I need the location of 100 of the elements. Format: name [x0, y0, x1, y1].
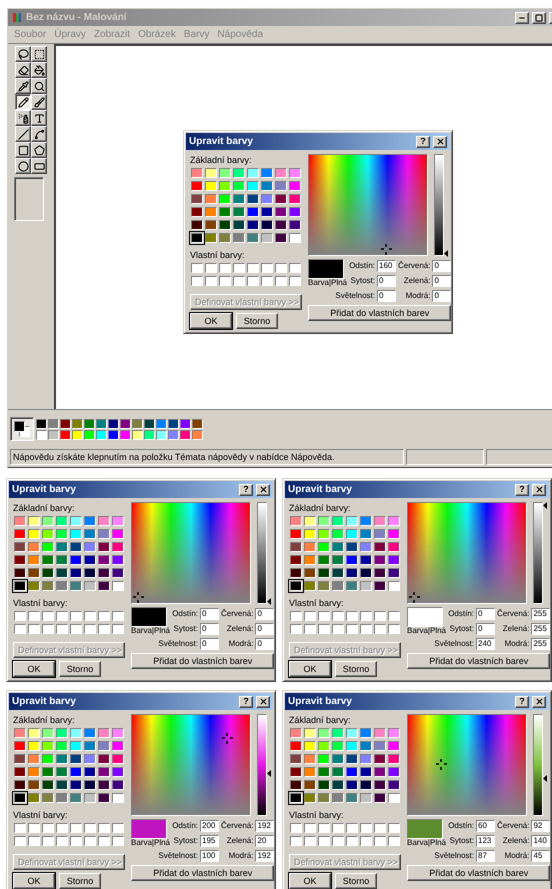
color-swatch[interactable] [42, 581, 54, 591]
color-swatch[interactable] [28, 793, 40, 803]
slider-arrow-icon[interactable] [543, 775, 547, 782]
number-field[interactable]: 0 [476, 622, 495, 634]
custom-color-slot[interactable] [28, 836, 40, 846]
color-swatch[interactable] [84, 741, 96, 751]
color-swatch[interactable] [98, 516, 110, 526]
palette-swatch[interactable] [72, 430, 83, 440]
palette-swatch[interactable] [132, 418, 143, 428]
color-swatch[interactable] [388, 516, 400, 526]
color-swatch[interactable] [56, 767, 68, 777]
color-swatch[interactable] [388, 793, 400, 803]
color-swatch[interactable] [233, 181, 245, 191]
color-swatch[interactable] [388, 568, 400, 578]
custom-color-slot[interactable] [304, 624, 316, 634]
custom-color-slot[interactable] [360, 624, 372, 634]
color-swatch[interactable] [290, 542, 302, 552]
color-swatch[interactable] [219, 220, 231, 230]
palette-swatch[interactable] [180, 418, 191, 428]
number-field[interactable]: 255 [531, 638, 550, 650]
custom-color-slot[interactable] [112, 836, 124, 846]
color-swatch[interactable] [289, 220, 301, 230]
color-swatch[interactable] [42, 780, 54, 790]
color-spectrum[interactable] [131, 502, 251, 604]
custom-color-slot[interactable] [191, 276, 203, 286]
color-swatch[interactable] [346, 754, 358, 764]
color-swatch[interactable] [290, 780, 302, 790]
color-swatch[interactable] [346, 767, 358, 777]
palette-swatch[interactable] [156, 418, 167, 428]
custom-color-slot[interactable] [360, 611, 372, 621]
color-swatch[interactable] [346, 529, 358, 539]
color-swatch[interactable] [304, 516, 316, 526]
number-field[interactable]: 192 [255, 820, 274, 832]
number-field[interactable]: 20 [255, 834, 274, 846]
color-swatch[interactable] [28, 568, 40, 578]
color-swatch[interactable] [332, 767, 344, 777]
palette-swatch[interactable] [108, 418, 119, 428]
color-swatch[interactable] [112, 780, 124, 790]
color-swatch[interactable] [374, 568, 386, 578]
color-swatch[interactable] [56, 555, 68, 565]
color-swatch[interactable] [233, 207, 245, 217]
palette-swatch[interactable] [48, 418, 59, 428]
color-swatch[interactable] [388, 529, 400, 539]
color-swatch[interactable] [56, 793, 68, 803]
palette-swatch[interactable] [168, 418, 179, 428]
custom-color-slot[interactable] [332, 823, 344, 833]
custom-color-slot[interactable] [304, 836, 316, 846]
color-swatch[interactable] [360, 728, 372, 738]
number-field[interactable]: 0 [432, 274, 452, 286]
color-swatch[interactable] [70, 581, 82, 591]
slider-arrow-icon[interactable] [267, 598, 271, 605]
custom-color-slot[interactable] [374, 836, 386, 846]
color-swatch[interactable] [112, 516, 124, 526]
custom-color-slot[interactable] [290, 611, 302, 621]
color-swatch[interactable] [42, 529, 54, 539]
color-swatch[interactable] [318, 767, 330, 777]
custom-color-slot[interactable] [261, 263, 273, 273]
ok-button[interactable]: OK [13, 661, 55, 677]
color-swatch[interactable] [374, 741, 386, 751]
color-swatch[interactable] [112, 728, 124, 738]
color-swatch[interactable] [374, 780, 386, 790]
color-spectrum[interactable] [407, 502, 527, 604]
custom-color-slot[interactable] [42, 823, 54, 833]
color-swatch[interactable] [360, 529, 372, 539]
color-swatch[interactable] [205, 233, 217, 243]
custom-color-slot[interactable] [346, 611, 358, 621]
color-swatch[interactable] [98, 754, 110, 764]
color-swatch[interactable] [346, 555, 358, 565]
color-swatch[interactable] [388, 555, 400, 565]
color-swatch[interactable] [261, 168, 273, 178]
color-swatch[interactable] [261, 207, 273, 217]
color-swatch[interactable] [290, 728, 302, 738]
palette-swatch[interactable] [72, 418, 83, 428]
color-swatch[interactable] [219, 181, 231, 191]
color-swatch[interactable] [112, 555, 124, 565]
color-swatch[interactable] [247, 194, 259, 204]
number-field[interactable]: 0 [255, 608, 274, 620]
color-swatch[interactable] [332, 728, 344, 738]
number-field[interactable]: 0 [200, 622, 219, 634]
color-swatch[interactable] [219, 233, 231, 243]
color-swatch[interactable] [374, 767, 386, 777]
ok-button[interactable]: OK [13, 873, 55, 889]
custom-color-slot[interactable] [14, 611, 26, 621]
palette-swatch[interactable] [120, 430, 131, 440]
custom-color-slot[interactable] [219, 263, 231, 273]
color-swatch[interactable] [28, 728, 40, 738]
color-swatch[interactable] [56, 754, 68, 764]
color-swatch[interactable] [84, 793, 96, 803]
color-swatch[interactable] [98, 542, 110, 552]
color-swatch[interactable] [98, 780, 110, 790]
color-swatch[interactable] [247, 181, 259, 191]
custom-color-slot[interactable] [112, 611, 124, 621]
color-swatch[interactable] [205, 207, 217, 217]
color-swatch[interactable] [84, 568, 96, 578]
custom-color-slot[interactable] [191, 263, 203, 273]
color-swatch[interactable] [261, 194, 273, 204]
custom-color-slot[interactable] [98, 611, 110, 621]
number-field[interactable]: 0 [200, 638, 219, 650]
luminance-bar[interactable] [533, 714, 543, 816]
color-swatch[interactable] [304, 555, 316, 565]
